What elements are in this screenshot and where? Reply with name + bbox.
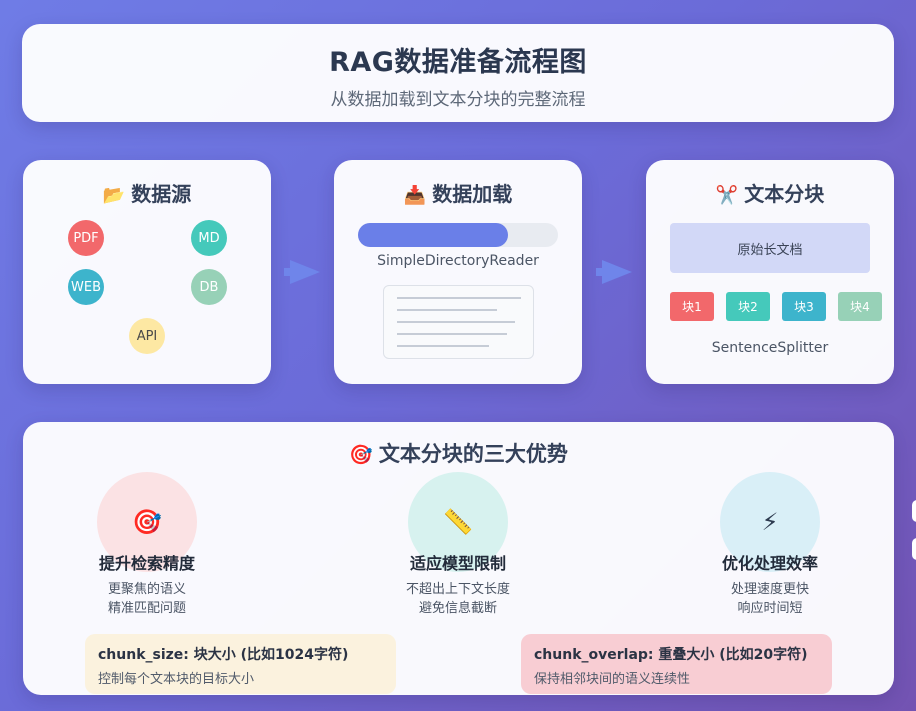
page-title: RAG数据准备流程图	[329, 47, 587, 78]
param-desc: 控制每个文本块的目标大小	[98, 672, 255, 687]
flow-arrow-icon	[290, 260, 320, 284]
text-split-label: 文本分块	[744, 182, 825, 206]
advantage-desc: 处理速度更快	[730, 582, 809, 597]
inbox-tray-icon: 📥	[403, 185, 427, 206]
chunk-1: 块1	[670, 292, 714, 321]
flow-arrow-icon	[602, 260, 632, 284]
advantage-desc: 精准匹配问题	[107, 601, 186, 616]
document-icon	[383, 285, 534, 359]
advantage-desc: 避免信息截断	[418, 601, 497, 616]
text-split-title: ✂️ 文本分块	[646, 178, 894, 207]
advantage-model-limit: 📏 适应模型限制 不超出上下文长度 避免信息截断	[358, 472, 558, 618]
data-source-card: 📂 数据源 PDF MD WEB DB API	[23, 160, 271, 384]
advantage-efficiency: ⚡ 优化处理效率 处理速度更快 响应时间短	[670, 472, 870, 618]
advantage-desc: 不超出上下文长度	[405, 582, 510, 597]
source-md: MD	[191, 220, 227, 256]
advantage-name: 提升检索精度	[98, 554, 195, 573]
header-card: RAG数据准备流程图 从数据加载到文本分块的完整流程	[22, 24, 894, 122]
param-desc: 保持相邻块间的语义连续性	[534, 672, 691, 687]
source-pdf: PDF	[68, 220, 104, 256]
scissors-icon: ✂️	[715, 185, 739, 206]
data-source-label: 数据源	[131, 182, 192, 206]
text-split-card: ✂️ 文本分块 原始长文档 块1 块2 块3 块4 SentenceSplitte…	[646, 160, 894, 384]
advantage-name: 优化处理效率	[721, 554, 818, 573]
source-db: DB	[191, 269, 227, 305]
param-key: chunk_overlap: 重叠大小 (比如20字符)	[534, 647, 808, 663]
param-chunk-size: chunk_size: 块大小 (比如1024字符) 控制每个文本块的目标大小	[85, 634, 396, 694]
load-progress-bar	[358, 223, 558, 247]
advantages-card: 🎯 文本分块的三大优势 🎯 提升检索精度 更聚焦的语义 精准匹配问题 📏 适应模型…	[23, 422, 894, 695]
data-source-title: 📂 数据源	[23, 178, 271, 207]
data-load-card: 📥 数据加载 SimpleDirectoryReader	[334, 160, 582, 384]
advantage-desc: 响应时间短	[737, 601, 803, 616]
chunk-4: 块4	[838, 292, 882, 321]
target-icon: 🎯	[349, 444, 373, 466]
edge-handle	[912, 538, 916, 560]
source-api: API	[129, 318, 165, 354]
advantage-name: 适应模型限制	[409, 554, 506, 573]
advantages-label: 文本分块的三大优势	[378, 442, 568, 466]
reader-name: SimpleDirectoryReader	[377, 253, 539, 269]
page-subtitle: 从数据加载到文本分块的完整流程	[330, 90, 586, 110]
source-web: WEB	[68, 269, 104, 305]
edge-handle	[912, 500, 916, 522]
advantage-desc: 更聚焦的语义	[107, 582, 186, 597]
splitter-name: SentenceSplitter	[711, 340, 829, 356]
param-chunk-overlap: chunk_overlap: 重叠大小 (比如20字符) 保持相邻块间的语义连续…	[521, 634, 832, 694]
chunk-3: 块3	[782, 292, 826, 321]
chunk-2: 块2	[726, 292, 770, 321]
folder-icon: 📂	[102, 185, 126, 206]
advantage-precision: 🎯 提升检索精度 更聚焦的语义 精准匹配问题	[47, 472, 247, 618]
advantages-title: 🎯 文本分块的三大优势	[23, 438, 894, 468]
original-document: 原始长文档	[670, 223, 870, 273]
param-key: chunk_size: 块大小 (比如1024字符)	[98, 647, 349, 663]
load-progress-fill	[358, 223, 508, 247]
data-load-title: 📥 数据加载	[334, 178, 582, 207]
data-load-label: 数据加载	[432, 182, 513, 206]
